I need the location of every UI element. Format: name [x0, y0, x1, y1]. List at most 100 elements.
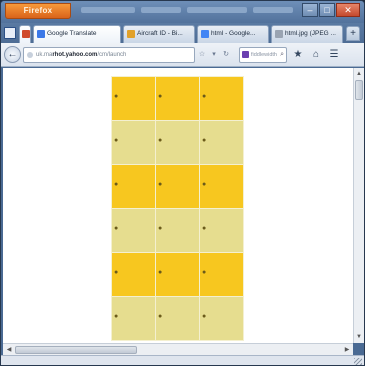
- back-button[interactable]: ←: [4, 46, 21, 63]
- table-cell: ●: [199, 208, 244, 253]
- navigation-bar: ← uk.marhot.yahoo.com/cm/launch ☆ ▾ ↻ fi…: [1, 43, 364, 67]
- table-cell: ●: [111, 208, 156, 253]
- search-engine-icon[interactable]: [242, 51, 249, 58]
- url-bar[interactable]: uk.marhot.yahoo.com/cm/launch: [23, 47, 195, 63]
- cell-marker: ●: [158, 225, 163, 232]
- cell-marker: ●: [114, 137, 119, 144]
- table-cell: ●: [199, 120, 244, 165]
- aircraft-icon: [127, 30, 135, 38]
- close-button[interactable]: ✕: [336, 3, 360, 17]
- tab-google-translate[interactable]: Google Translate: [33, 25, 121, 43]
- cell-marker: ●: [202, 137, 207, 144]
- table-cell: ●: [155, 76, 200, 121]
- title-text-blur: [253, 7, 293, 13]
- status-bar: [1, 355, 364, 365]
- firefox-menu-label: Firefox: [23, 6, 53, 15]
- dropdown-icon[interactable]: ▾: [209, 47, 219, 63]
- table-row: ● ● ●: [111, 76, 244, 121]
- search-bar[interactable]: fiddlewidth ⌕: [239, 47, 287, 63]
- cell-marker: ●: [114, 225, 119, 232]
- tab-aircraft-id[interactable]: Aircraft ID - Bi...: [123, 25, 195, 43]
- cell-marker: ●: [202, 181, 207, 188]
- title-text-blur: [187, 7, 247, 13]
- vertical-scroll-thumb[interactable]: [355, 80, 363, 100]
- cell-marker: ●: [114, 269, 119, 276]
- title-bar[interactable]: Firefox – □ ✕: [1, 1, 364, 23]
- table-cell: ●: [199, 76, 244, 121]
- scroll-up-arrow[interactable]: ▲: [354, 69, 364, 79]
- cell-marker: ●: [114, 313, 119, 320]
- image-icon: [275, 30, 283, 38]
- url-domain: rhot.yahoo.com: [52, 52, 98, 58]
- cell-marker: ●: [158, 137, 163, 144]
- vertical-scrollbar[interactable]: ▲ ▼: [353, 68, 364, 343]
- cell-marker: ●: [202, 225, 207, 232]
- toolbar-icons: ★ ⌂ ☰: [291, 47, 341, 63]
- title-text-blur: [141, 7, 181, 13]
- star-icon[interactable]: ☆: [197, 47, 207, 63]
- tab-label: html - Google...: [211, 30, 256, 37]
- scroll-left-arrow[interactable]: ◀: [4, 345, 14, 355]
- table-cell: ●: [199, 296, 244, 341]
- tab-groups-icon[interactable]: [4, 27, 16, 39]
- search-icon[interactable]: ⌕: [280, 48, 284, 62]
- horizontal-scrollbar[interactable]: ◀ ▶: [3, 343, 353, 355]
- cell-marker: ●: [202, 313, 207, 320]
- home-icon[interactable]: ⌂: [309, 47, 323, 63]
- reload-button[interactable]: ↻: [221, 47, 231, 63]
- url-tools: ☆ ▾ ↻: [197, 47, 231, 63]
- horizontal-scroll-thumb[interactable]: [15, 346, 137, 354]
- tab-bar: Google Translate Aircraft ID - Bi... htm…: [1, 23, 364, 43]
- firefox-menu-button[interactable]: Firefox: [5, 3, 71, 19]
- cell-marker: ●: [158, 269, 163, 276]
- cell-marker: ●: [114, 181, 119, 188]
- table-cell: ●: [155, 296, 200, 341]
- table-row: ● ● ●: [111, 296, 244, 341]
- table-cell: ●: [111, 120, 156, 165]
- bookmark-icon[interactable]: ★: [291, 47, 305, 63]
- google-translate-icon: [37, 30, 45, 38]
- url-suffix: /cm/launch: [97, 52, 127, 58]
- site-identity-icon[interactable]: [27, 52, 33, 58]
- window-controls: – □ ✕: [302, 3, 360, 17]
- cell-marker: ●: [158, 313, 163, 320]
- browser-window: Firefox – □ ✕ Google Translate Aircraft …: [0, 0, 365, 366]
- table-cell: ●: [111, 296, 156, 341]
- table-row: ● ● ●: [111, 164, 244, 209]
- minimize-button[interactable]: –: [302, 3, 318, 17]
- tab-html-google[interactable]: html - Google...: [197, 25, 269, 43]
- scroll-down-arrow[interactable]: ▼: [354, 332, 364, 342]
- url-prefix: uk.ma: [36, 52, 53, 58]
- cell-marker: ●: [158, 181, 163, 188]
- tab-label: Aircraft ID - Bi...: [137, 30, 183, 37]
- cell-marker: ●: [202, 269, 207, 276]
- cell-marker: ●: [158, 93, 163, 100]
- tab-label: html.jpg (JPEG ...: [285, 30, 336, 37]
- title-text-blur: [81, 7, 135, 13]
- table-row: ● ● ●: [111, 252, 244, 297]
- table-cell: ●: [155, 208, 200, 253]
- table-row: ● ● ●: [111, 120, 244, 165]
- table-cell: ●: [155, 164, 200, 209]
- resize-grip-icon[interactable]: [354, 358, 362, 365]
- table-cell: ●: [199, 252, 244, 297]
- maximize-button[interactable]: □: [319, 3, 335, 17]
- menu-icon[interactable]: ☰: [327, 47, 341, 63]
- pinned-tab-icon: [22, 30, 30, 38]
- table-row: ● ● ●: [111, 208, 244, 253]
- cell-marker: ●: [202, 93, 207, 100]
- table-cell: ●: [155, 120, 200, 165]
- scroll-right-arrow[interactable]: ▶: [342, 345, 352, 355]
- colored-grid-table: ● ● ● ● ● ● ● ● ● ● ● ● ● ● ● ● ● ●: [111, 76, 244, 341]
- cell-marker: ●: [114, 93, 119, 100]
- page-content: ● ● ● ● ● ● ● ● ● ● ● ● ● ● ● ● ● ●: [3, 68, 353, 343]
- table-cell: ●: [111, 164, 156, 209]
- tab-pinned[interactable]: [19, 25, 31, 43]
- new-tab-button[interactable]: +: [346, 26, 360, 41]
- tab-label: Google Translate: [47, 30, 97, 37]
- tab-html-jpg[interactable]: html.jpg (JPEG ...: [271, 25, 343, 43]
- google-icon: [201, 30, 209, 38]
- search-input[interactable]: fiddlewidth: [251, 52, 277, 58]
- table-cell: ●: [199, 164, 244, 209]
- table-cell: ●: [111, 252, 156, 297]
